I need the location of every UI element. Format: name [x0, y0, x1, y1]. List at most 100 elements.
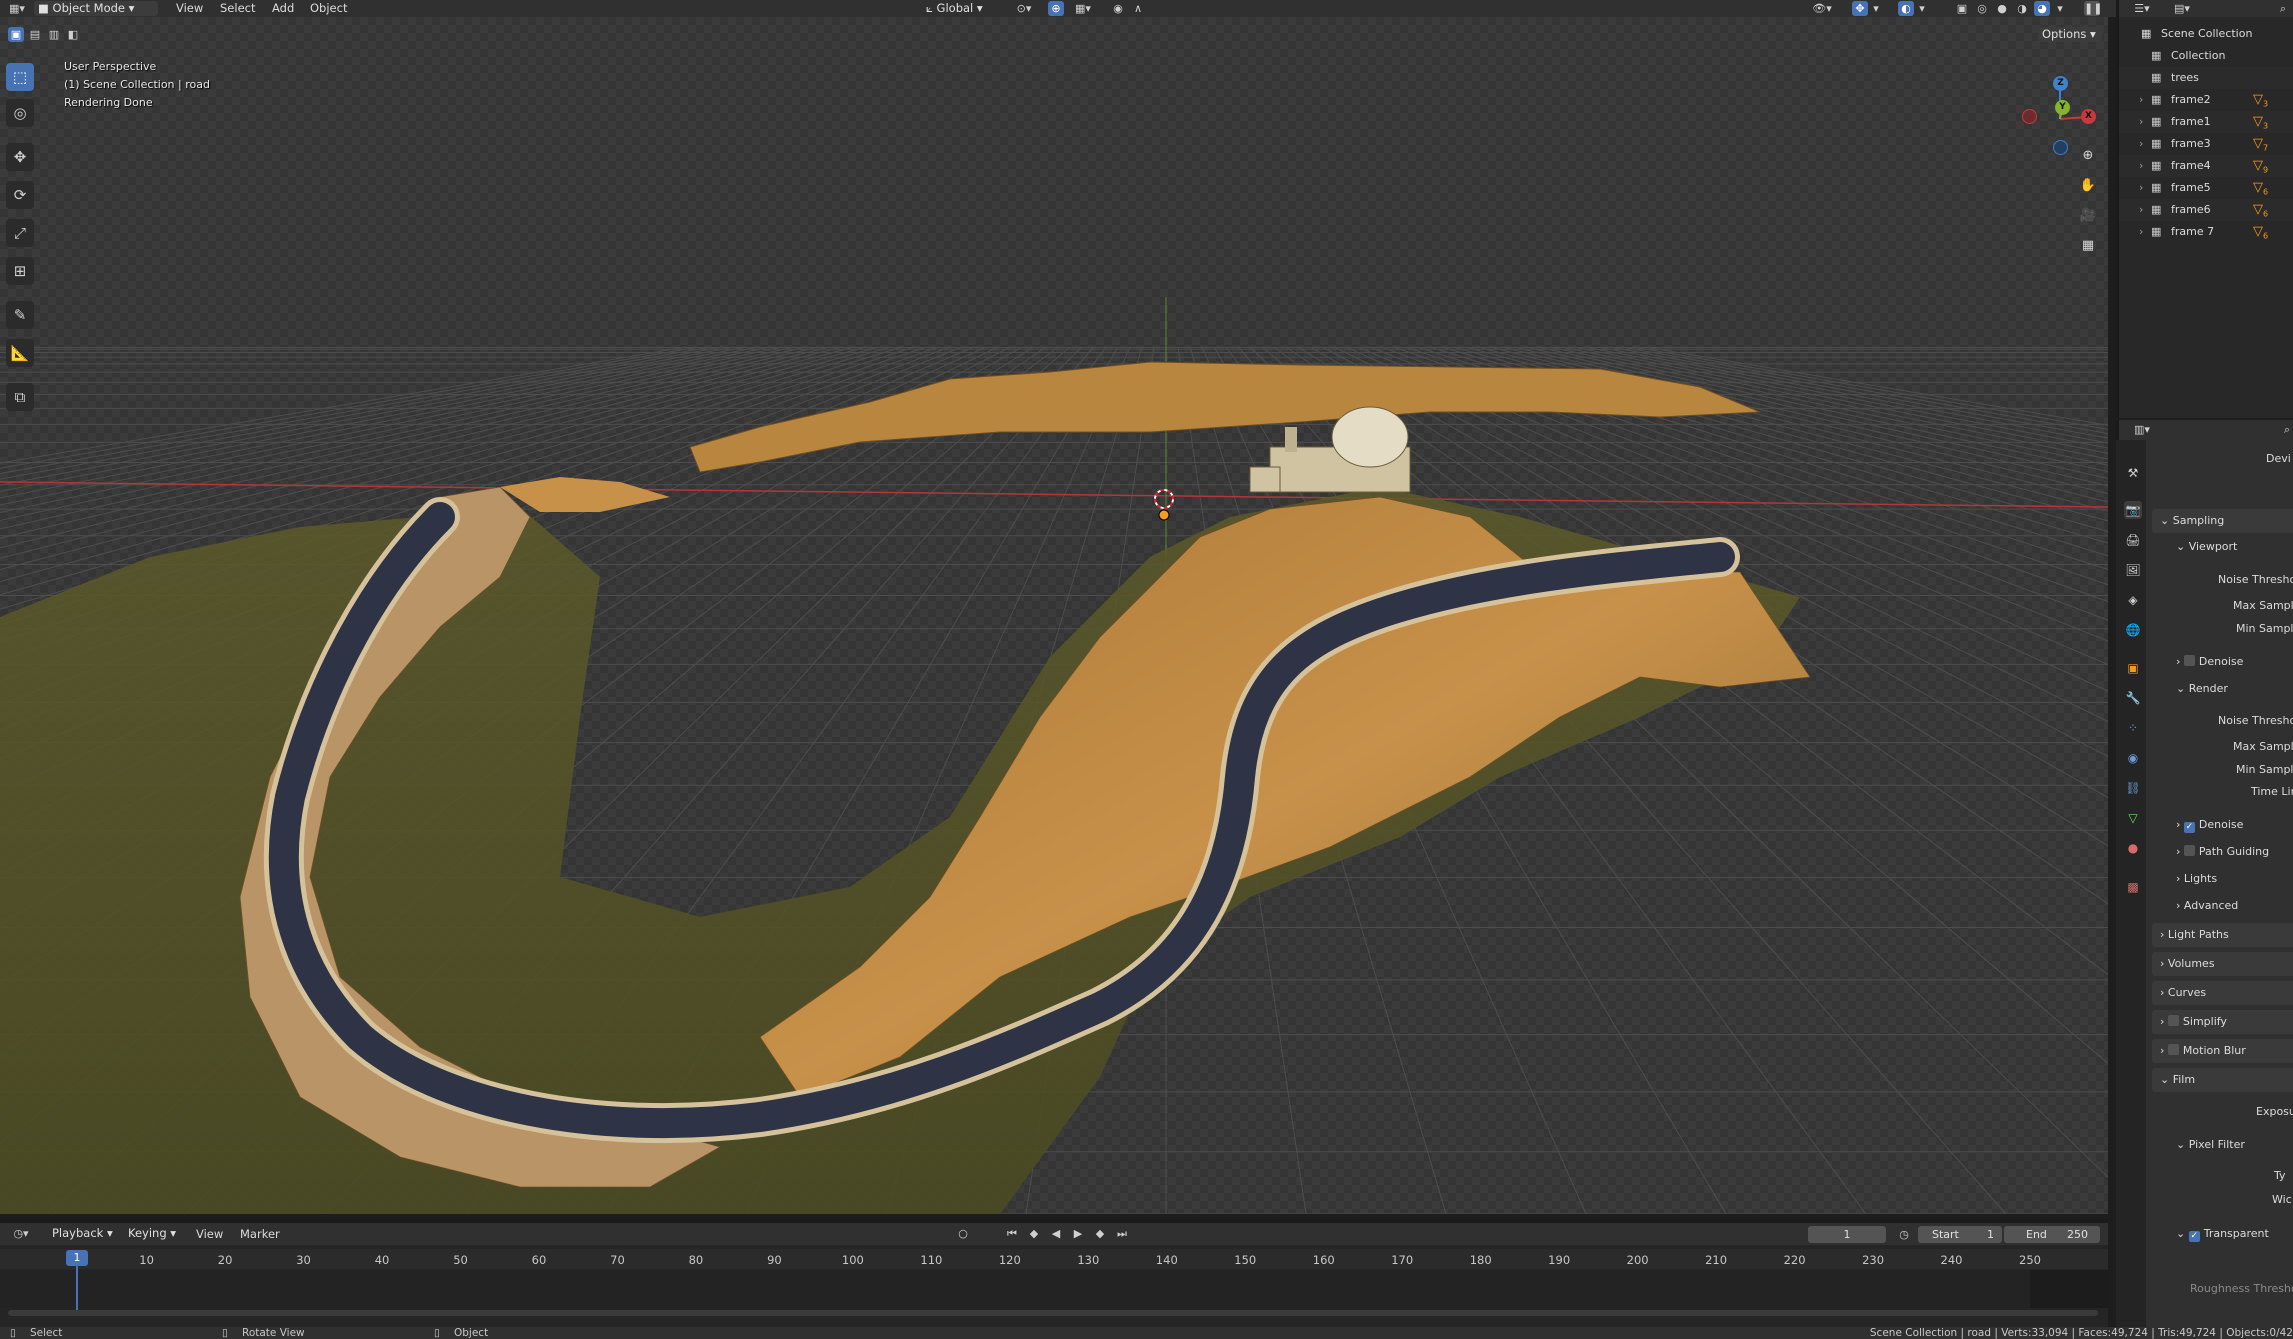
scale-tool-icon[interactable]: ⤢: [6, 219, 34, 247]
start-frame-field[interactable]: Start 1: [1918, 1226, 2002, 1243]
timeline-marker-menu[interactable]: Marker: [240, 1227, 280, 1242]
jump-end-icon[interactable]: ⏭: [1114, 1226, 1130, 1241]
annotate-tool-icon[interactable]: ✎: [6, 301, 34, 329]
measure-tool-icon[interactable]: 📐: [6, 339, 34, 367]
outliner-item[interactable]: › ▦ frame4 ▽9: [2119, 155, 2293, 177]
render-min-samples[interactable]: Min Sampl: [2236, 761, 2293, 779]
keying-menu[interactable]: Keying ▾: [124, 1226, 186, 1241]
select-invert-icon[interactable]: ◧: [65, 27, 81, 42]
viewport-denoise[interactable]: › Denoise: [2176, 653, 2243, 671]
auto-key-icon[interactable]: ○: [955, 1226, 971, 1241]
jump-keyframe-forward-icon[interactable]: ◆: [1092, 1226, 1108, 1241]
object-tab-icon[interactable]: ▣: [2124, 659, 2142, 677]
outliner-item[interactable]: ▦ trees: [2119, 67, 2293, 89]
outliner-item[interactable]: › ▦ frame6 ▽6: [2119, 199, 2293, 221]
select-extend-icon[interactable]: ▤: [27, 27, 43, 42]
overlay-toggle-icon[interactable]: ◐: [1898, 1, 1914, 16]
particles-tab-icon[interactable]: ⁘: [2124, 719, 2142, 737]
menu-add[interactable]: Add: [272, 1, 294, 16]
proportional-edit-icon[interactable]: ◉: [1110, 1, 1126, 16]
wireframe-shading-icon[interactable]: ◎: [1974, 1, 1990, 16]
timeline-scrollbar[interactable]: [8, 1310, 2098, 1316]
data-tab-icon[interactable]: ▽: [2124, 809, 2142, 827]
viewport-denoise-checkbox[interactable]: [2183, 655, 2195, 666]
render-max-samples[interactable]: Max Sampl: [2233, 738, 2293, 756]
move-tool-icon[interactable]: ✥: [6, 143, 34, 171]
render-time-limit[interactable]: Time Lin: [2251, 783, 2293, 801]
lights-subpanel[interactable]: › Lights: [2176, 870, 2217, 888]
ortho-toggle-icon[interactable]: ▦: [2077, 235, 2099, 257]
snap-target-icon[interactable]: ▦▾: [1070, 1, 1096, 16]
sampling-header[interactable]: ⌄ Sampling: [2160, 512, 2224, 530]
playhead-frame-badge[interactable]: 1: [66, 1250, 88, 1266]
outliner-item[interactable]: ▦ Collection: [2119, 45, 2293, 67]
motion-blur-checkbox[interactable]: [2167, 1044, 2179, 1055]
constraints-tab-icon[interactable]: ⛓: [2124, 779, 2142, 797]
exposure-field[interactable]: Exposu: [2256, 1103, 2293, 1121]
expand-chevron-icon[interactable]: ›: [2139, 89, 2143, 111]
play-reverse-icon[interactable]: ◀: [1048, 1226, 1064, 1241]
physics-tab-icon[interactable]: ◉: [2124, 749, 2142, 767]
3d-viewport[interactable]: User Perspective (1) Scene Collection | …: [0, 17, 2108, 1214]
visibility-icon[interactable]: 👁▾: [1808, 1, 1836, 16]
falloff-icon[interactable]: ∧: [1130, 1, 1146, 16]
x-axis-icon[interactable]: X: [2081, 109, 2096, 124]
overlay-dropdown-icon[interactable]: ▾: [1916, 1, 1928, 16]
pause-icon[interactable]: ❚❚: [2084, 1, 2102, 16]
options-dropdown[interactable]: Options ▾: [2038, 27, 2102, 42]
display-mode-icon[interactable]: ▤▾: [2169, 1, 2195, 16]
outliner-editor-icon[interactable]: ☰▾: [2129, 1, 2155, 16]
timeline-editor-icon[interactable]: ◷▾: [8, 1226, 34, 1241]
z-axis-icon[interactable]: Z: [2053, 76, 2068, 91]
expand-chevron-icon[interactable]: ›: [2139, 155, 2143, 177]
outliner-item[interactable]: › ▦ frame3 ▽7: [2119, 133, 2293, 155]
rotate-tool-icon[interactable]: ⟳: [6, 181, 34, 209]
output-tab-icon[interactable]: 🖨: [2124, 531, 2142, 549]
snap-icon[interactable]: ⊕: [1048, 1, 1064, 16]
end-frame-field[interactable]: End 250: [2004, 1226, 2100, 1243]
preview-range-icon[interactable]: ◷: [1896, 1227, 1912, 1242]
gizmo-toggle-icon[interactable]: ✥: [1852, 1, 1868, 16]
properties-search-icon[interactable]: ⌕: [2279, 422, 2293, 437]
path-guiding-checkbox[interactable]: [2183, 845, 2195, 856]
transform-tool-icon[interactable]: ⊞: [6, 257, 34, 285]
gizmo-dropdown-icon[interactable]: ▾: [1870, 1, 1882, 16]
transparent-subpanel[interactable]: ⌄ ✓ Transparent: [2176, 1225, 2269, 1243]
properties-editor-icon[interactable]: ▥▾: [2129, 422, 2155, 437]
mode-dropdown[interactable]: ■ Object Mode ▾: [34, 1, 158, 16]
render-denoise-checkbox[interactable]: ✓: [2183, 822, 2195, 833]
select-new-icon[interactable]: ▣: [8, 27, 24, 42]
zoom-icon[interactable]: ⊕: [2077, 145, 2099, 167]
play-icon[interactable]: ▶: [1070, 1226, 1086, 1241]
editor-type-icon[interactable]: ▦▾: [4, 1, 30, 16]
outliner-item[interactable]: › ▦ frame2 ▽3: [2119, 89, 2293, 111]
tool-tab-icon[interactable]: ⚒: [2124, 464, 2142, 482]
neg-x-axis-icon[interactable]: [2022, 109, 2037, 124]
navigation-gizmo[interactable]: Z X Y: [2020, 62, 2100, 157]
filter-type-field[interactable]: Ty: [2274, 1167, 2286, 1185]
current-frame-field[interactable]: 1: [1808, 1226, 1886, 1243]
add-cube-tool-icon[interactable]: ⧉: [6, 383, 34, 411]
filter-width-field[interactable]: Wic: [2272, 1191, 2292, 1209]
rendered-shading-icon[interactable]: ◕: [2034, 1, 2050, 16]
render-noise-threshold[interactable]: Noise Thresho: [2218, 712, 2293, 730]
render-subpanel[interactable]: ⌄ Render: [2176, 680, 2228, 698]
select-box-tool-icon[interactable]: ⬚: [6, 63, 34, 91]
jump-start-icon[interactable]: ⏮: [1004, 1226, 1020, 1241]
modifier-tab-icon[interactable]: 🔧: [2124, 689, 2142, 707]
expand-chevron-icon[interactable]: ›: [2139, 221, 2143, 243]
world-tab-icon[interactable]: 🌐: [2124, 621, 2142, 639]
outliner-root[interactable]: ▦ Scene Collection: [2119, 23, 2293, 45]
motion-blur-header[interactable]: › Motion Blur: [2160, 1042, 2246, 1060]
render-tab-icon[interactable]: 📷: [2124, 501, 2142, 519]
volumes-header[interactable]: › Volumes: [2160, 955, 2215, 973]
outliner-item[interactable]: › ▦ frame1 ▽3: [2119, 111, 2293, 133]
scene-tab-icon[interactable]: ◈: [2124, 591, 2142, 609]
outliner-item[interactable]: › ▦ frame5 ▽6: [2119, 177, 2293, 199]
outliner-search-icon[interactable]: ⌕: [2275, 1, 2291, 16]
material-shading-icon[interactable]: ◑: [2014, 1, 2030, 16]
jump-keyframe-back-icon[interactable]: ◆: [1026, 1226, 1042, 1241]
select-subtract-icon[interactable]: ▥: [46, 27, 62, 42]
simplify-header[interactable]: › Simplify: [2160, 1013, 2227, 1031]
advanced-subpanel[interactable]: › Advanced: [2176, 897, 2238, 915]
